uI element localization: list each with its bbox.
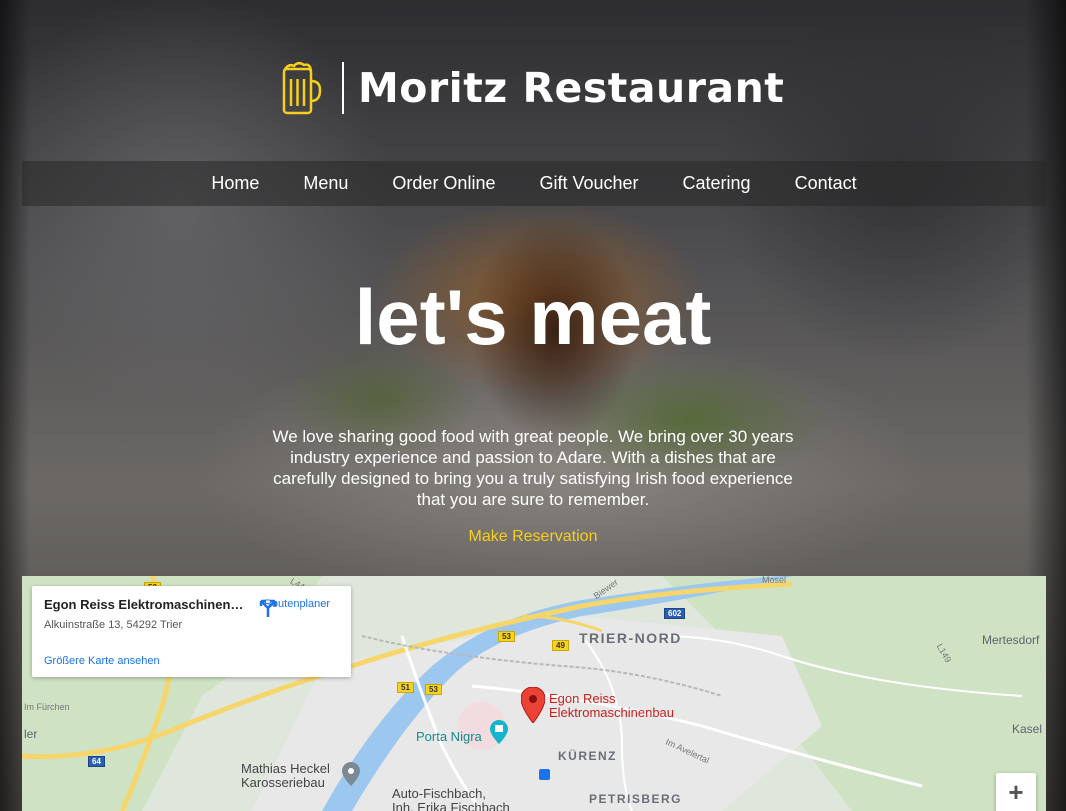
map-place-fischbach: Auto-Fischbach, Inh. Erika Fischbach — [392, 787, 510, 811]
zoom-in-button[interactable]: + — [996, 773, 1036, 811]
road-badge: 602 — [664, 608, 686, 619]
map-card-address: Alkuinstraße 13, 54292 Trier — [44, 619, 183, 631]
nav-item-catering[interactable]: Catering — [683, 173, 751, 194]
main-nav: Home Menu Order Online Gift Voucher Cate… — [22, 161, 1046, 206]
map-place-marker-line1: Egon Reiss — [549, 691, 616, 706]
road-badge: 64 — [88, 756, 105, 767]
hero-headline: let's meat — [354, 273, 712, 361]
map-place-heckel-line1: Mathias Heckel — [241, 761, 330, 776]
nav-item-home[interactable]: Home — [211, 173, 259, 194]
directions-icon — [259, 599, 277, 617]
map-card-title: Egon Reiss Elektromaschinen… — [44, 597, 244, 612]
map-label-im-fuerchen: Im Fürchen — [24, 702, 70, 712]
google-map[interactable]: 602 53 49 51 53 64 52 TRIER-NORD KÜRENZ … — [22, 576, 1046, 811]
view-larger-map-link[interactable]: Größere Karte ansehen — [44, 655, 160, 667]
map-label-ler: ler — [24, 727, 38, 741]
business-pin-icon[interactable] — [342, 762, 360, 786]
nav-item-order-online[interactable]: Order Online — [392, 173, 495, 194]
brand-name: Moritz Restaurant — [358, 64, 785, 112]
nav-item-menu[interactable]: Menu — [303, 173, 348, 194]
location-pin-icon[interactable] — [521, 687, 545, 723]
hero-intro-text: We love sharing good food with great peo… — [272, 427, 794, 509]
landmark-pin-icon[interactable] — [490, 720, 508, 744]
map-place-porta-nigra: Porta Nigra — [416, 729, 482, 744]
map-label-mertesdorf: Mertesdorf — [982, 633, 1040, 647]
map-label-trier-nord: TRIER-NORD — [579, 630, 682, 646]
logo-divider — [342, 62, 344, 114]
nav-item-gift-voucher[interactable]: Gift Voucher — [539, 173, 638, 194]
road-badge: 51 — [397, 682, 414, 693]
bus-stop-icon[interactable] — [539, 769, 550, 780]
map-label-petrisberg: PETRISBERG — [589, 792, 683, 806]
nav-item-contact[interactable]: Contact — [795, 173, 857, 194]
map-label-kasel: Kasel — [1012, 722, 1043, 736]
make-reservation-link[interactable]: Make Reservation — [0, 528, 1066, 546]
map-place-fischbach-line1: Auto-Fischbach, — [392, 786, 486, 801]
map-label-kurenz: KÜRENZ — [558, 749, 617, 763]
site-logo[interactable]: Moritz Restaurant — [282, 60, 784, 116]
map-place-heckel-line2: Karosseriebau — [241, 775, 325, 790]
road-badge: 49 — [552, 640, 569, 651]
map-place-heckel: Mathias Heckel Karosseriebau — [241, 762, 330, 790]
map-info-card: Egon Reiss Elektromaschinen… Alkuinstraß… — [32, 586, 351, 677]
map-place-marker-line2: Elektromaschinenbau — [549, 705, 675, 720]
map-place-marker-label: Egon Reiss Elektromaschinenbau — [549, 692, 674, 720]
road-badge: 53 — [498, 631, 515, 642]
beer-mug-icon — [282, 62, 322, 115]
road-badge: 53 — [425, 684, 442, 695]
map-label-mosel: Mosel — [762, 576, 787, 585]
directions-button[interactable]: Routenplaner — [257, 596, 337, 617]
map-place-fischbach-line2: Inh. Erika Fischbach — [392, 800, 510, 811]
